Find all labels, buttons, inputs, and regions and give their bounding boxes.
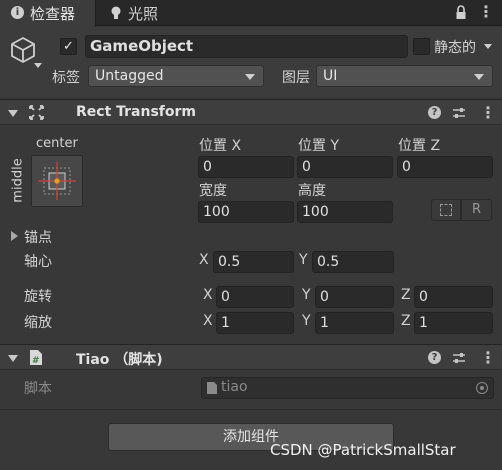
tab-inspector-label: 检查器 — [30, 5, 76, 23]
object-picker-icon[interactable] — [476, 382, 488, 394]
svg-text:#: # — [32, 356, 40, 366]
script-foldout-icon[interactable] — [8, 355, 18, 362]
divider — [0, 409, 502, 410]
width-label: 宽度 — [199, 183, 227, 199]
static-label[interactable]: 静态的 — [434, 37, 476, 57]
scale-x-field[interactable]: 1 — [216, 312, 294, 334]
scale-z-axis-label[interactable]: Z — [401, 313, 411, 329]
rotation-x-axis-label[interactable]: X — [203, 287, 213, 303]
gameobject-name-field[interactable]: GameObject — [85, 35, 408, 58]
static-dropdown-caret-icon[interactable] — [484, 44, 492, 49]
tab-lighting[interactable]: 光照 — [104, 0, 184, 26]
pos-y-field[interactable]: 0 — [297, 156, 393, 178]
watermark: CSDN @PatrickSmallStar — [270, 441, 456, 459]
scale-label: 缩放 — [24, 315, 52, 331]
gameobject-header: ✓ GameObject 静态的 标签 Untagged 图层 UI — [0, 27, 502, 97]
lightbulb-icon — [111, 6, 121, 19]
pos-x-label: 位置 X — [199, 138, 242, 154]
script-object-field[interactable]: tiao — [201, 377, 494, 399]
rotation-y-axis-label[interactable]: Y — [302, 287, 311, 303]
active-checkbox[interactable]: ✓ — [60, 38, 77, 55]
pivot-x-field[interactable]: 0.5 — [213, 251, 294, 273]
tag-dropdown[interactable]: Untagged — [88, 65, 264, 87]
script-component-menu-icon[interactable]: ⋮ — [480, 350, 496, 366]
script-label: 脚本 — [24, 381, 52, 397]
rect-transform-foldout-icon[interactable] — [8, 110, 18, 117]
rect-transform-header[interactable]: Rect Transform ? ⋮ — [0, 99, 502, 125]
layer-chevron-down-icon — [474, 74, 484, 80]
anchors-foldout-icon[interactable] — [11, 231, 18, 241]
blueprint-icon — [440, 204, 452, 216]
tab-menu-icon[interactable]: ⋮ — [478, 4, 494, 20]
raw-edit-button[interactable]: R — [461, 199, 492, 221]
script-component-header[interactable]: # Tiao （脚本) ? ⋮ — [0, 344, 502, 370]
pos-x-field[interactable]: 0 — [198, 156, 294, 178]
height-field[interactable]: 100 — [297, 201, 393, 223]
tag-value: Untagged — [95, 68, 164, 84]
script-preset-sliders-icon[interactable] — [452, 351, 466, 365]
tab-bar: i 检查器 光照 ⋮ — [0, 0, 502, 27]
anchor-preset-icon — [38, 162, 76, 200]
static-checkbox[interactable] — [413, 38, 430, 55]
pivot-y-axis-label[interactable]: Y — [299, 252, 308, 268]
anchor-preset-vertical-label: middle — [10, 158, 26, 203]
scale-z-field[interactable]: 1 — [414, 312, 493, 334]
scale-y-axis-label[interactable]: Y — [302, 313, 311, 329]
pivot-x-axis-label[interactable]: X — [199, 252, 209, 268]
info-icon: i — [11, 6, 24, 19]
gameobject-cube-icon — [11, 37, 35, 63]
script-help-icon[interactable]: ? — [428, 351, 441, 364]
script-value: tiao — [221, 379, 248, 395]
anchors-label[interactable]: 锚点 — [24, 227, 52, 247]
pivot-y-field[interactable]: 0.5 — [312, 251, 394, 273]
lock-icon[interactable] — [455, 5, 467, 20]
rotation-z-field[interactable]: 0 — [414, 286, 493, 308]
pos-z-label: 位置 Z — [398, 138, 441, 154]
raw-edit-label: R — [471, 202, 482, 217]
rotation-x-field[interactable]: 0 — [216, 286, 294, 308]
rotation-label: 旋转 — [24, 289, 52, 305]
icon-dropdown-caret-icon[interactable] — [34, 63, 42, 68]
layer-value: UI — [323, 68, 338, 84]
tag-chevron-down-icon — [245, 74, 255, 80]
height-label: 高度 — [298, 183, 326, 199]
help-icon[interactable]: ? — [428, 106, 441, 119]
anchor-preset-horizontal-label: center — [36, 136, 78, 151]
pos-y-label: 位置 Y — [298, 138, 340, 154]
scale-x-axis-label[interactable]: X — [203, 313, 213, 329]
blueprint-mode-button[interactable] — [431, 199, 461, 221]
scale-y-field[interactable]: 1 — [315, 312, 394, 334]
tab-lighting-label: 光照 — [128, 5, 159, 23]
component-menu-icon[interactable]: ⋮ — [480, 105, 496, 121]
tab-inspector[interactable]: i 检查器 — [0, 0, 96, 27]
rotation-z-axis-label[interactable]: Z — [401, 287, 411, 303]
pivot-label: 轴心 — [24, 254, 52, 270]
tag-label: 标签 — [52, 70, 80, 86]
anchor-preset-button[interactable] — [31, 155, 83, 207]
script-file-icon — [207, 382, 217, 394]
rect-transform-icon — [29, 105, 44, 120]
object-picker-dot — [480, 386, 484, 390]
layer-label: 图层 — [282, 70, 310, 86]
pos-z-field[interactable]: 0 — [397, 156, 493, 178]
preset-sliders-icon[interactable] — [452, 106, 466, 120]
layer-dropdown[interactable]: UI — [316, 65, 493, 87]
csharp-script-icon: # — [30, 350, 42, 366]
width-field[interactable]: 100 — [198, 201, 294, 223]
rect-transform-title: Rect Transform — [76, 104, 197, 120]
rotation-y-field[interactable]: 0 — [315, 286, 394, 308]
script-component-title: Tiao （脚本) — [76, 352, 163, 368]
